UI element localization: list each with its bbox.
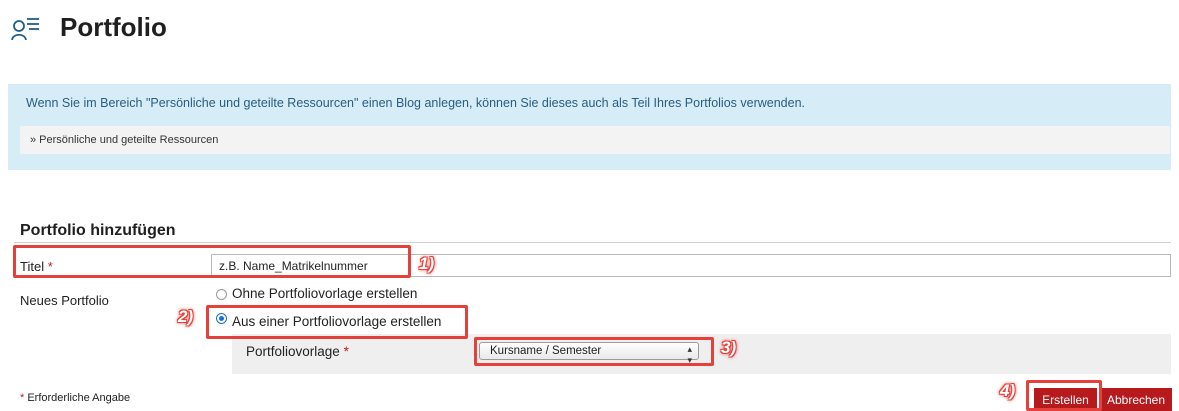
template-label-text: Portfoliovorlage [246, 344, 340, 359]
new-portfolio-label: Neues Portfolio [20, 293, 109, 308]
annotation-highlight-4 [1026, 380, 1102, 411]
annotation-badge-2: 2) [178, 307, 194, 326]
required-star: * [20, 392, 25, 404]
required-note: * Erforderliche Angabe [20, 392, 130, 404]
annotation-highlight-1 [13, 245, 411, 278]
info-message: Wenn Sie im Bereich "Persönliche und get… [26, 96, 806, 110]
radio-without-template-label[interactable]: Ohne Portfoliovorlage erstellen [232, 286, 417, 301]
form-heading: Portfolio hinzufügen [20, 222, 176, 239]
user-list-icon [11, 18, 39, 41]
required-star: * [343, 344, 349, 359]
page-title: Portfolio [60, 12, 167, 42]
template-label: Portfoliovorlage * [246, 344, 349, 359]
annotation-badge-4: 4) [1000, 381, 1016, 400]
annotation-highlight-3 [474, 337, 714, 366]
annotation-highlight-2 [206, 305, 468, 339]
cancel-button[interactable]: Abbrechen [1100, 388, 1172, 411]
heading-divider [14, 242, 1171, 243]
annotation-badge-1: 1) [419, 254, 435, 273]
required-note-text: Erforderliche Angabe [27, 392, 131, 404]
resources-link[interactable]: » Persönliche und geteilte Ressourcen [30, 134, 218, 146]
annotation-badge-3: 3) [721, 338, 737, 357]
radio-without-template[interactable] [216, 289, 227, 300]
